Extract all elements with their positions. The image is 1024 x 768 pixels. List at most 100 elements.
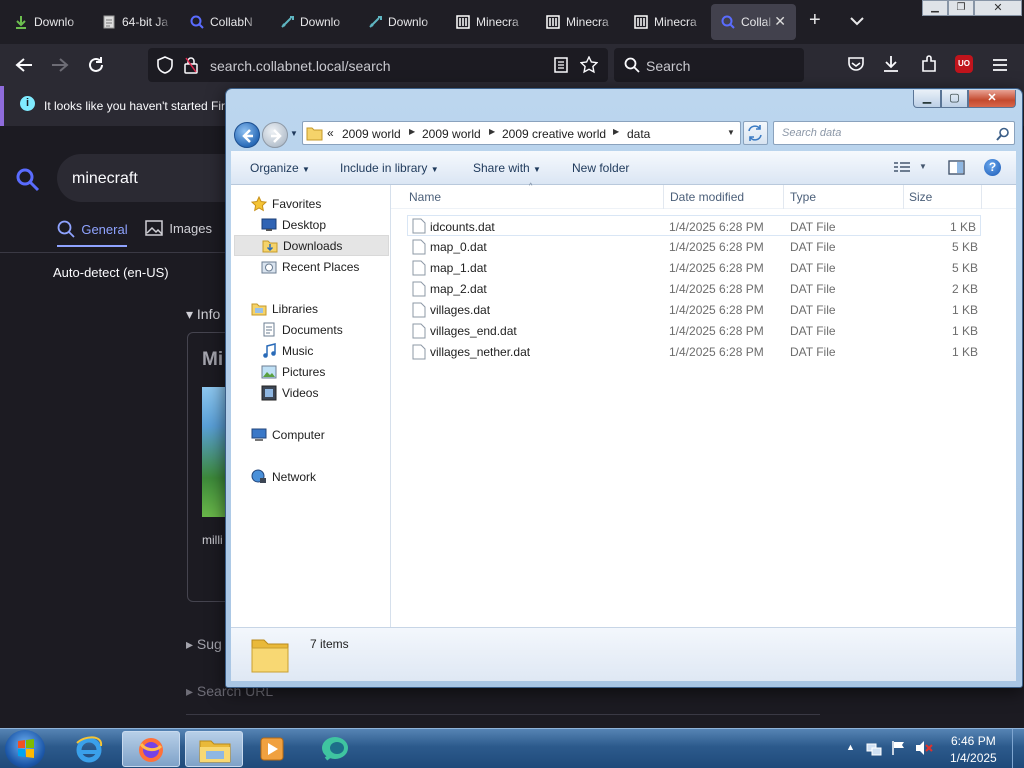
include-in-library-menu[interactable]: Include in library ▼ xyxy=(340,161,439,175)
nav-desktop[interactable]: Desktop xyxy=(261,214,326,235)
column-divider[interactable] xyxy=(663,185,664,209)
breadcrumb-item[interactable]: 2009 world xyxy=(342,127,401,141)
new-tab-icon[interactable]: + xyxy=(809,10,821,30)
breadcrumb-separator-icon[interactable]: ▶ xyxy=(409,127,415,136)
browser-tab[interactable]: Downlo xyxy=(358,4,442,40)
browser-tab[interactable]: Minecra xyxy=(446,4,532,40)
shield-icon[interactable] xyxy=(156,56,174,74)
breadcrumb-item[interactable]: 2009 world xyxy=(422,127,481,141)
language-selector[interactable]: Auto-detect (en-US) xyxy=(53,265,169,280)
taskbar-internet-explorer[interactable] xyxy=(61,731,119,767)
recent-pages-chevron-icon[interactable]: ▼ xyxy=(290,129,298,138)
downloads-icon[interactable] xyxy=(883,55,899,73)
close-window-icon[interactable]: ✕ xyxy=(968,90,1016,108)
change-view-icon[interactable] xyxy=(893,161,911,175)
breadcrumb-prefix[interactable]: « xyxy=(327,126,334,140)
suggestions-toggle[interactable]: ▸ Sug xyxy=(186,636,222,653)
network-tray-icon[interactable] xyxy=(866,740,882,756)
close-tab-icon[interactable]: ✕ xyxy=(774,13,786,30)
column-header-name[interactable]: Name xyxy=(409,190,441,204)
file-row[interactable]: map_1.dat 1/4/2025 6:28 PM DAT File 5 KB xyxy=(407,257,981,278)
bookmark-star-icon[interactable] xyxy=(580,56,598,74)
show-desktop-button[interactable] xyxy=(1012,729,1024,768)
address-bar[interactable]: « 2009 world ▶ 2009 world ▶ 2009 creativ… xyxy=(302,121,741,145)
nav-pictures[interactable]: Pictures xyxy=(261,361,325,382)
browser-tab[interactable]: Minecra xyxy=(536,4,622,40)
minimize-icon[interactable]: ▁ xyxy=(913,90,941,108)
preview-pane-icon[interactable] xyxy=(948,160,965,175)
nav-favorites[interactable]: Favorites xyxy=(251,193,321,214)
nav-music[interactable]: Music xyxy=(261,340,313,361)
nav-libraries[interactable]: Libraries xyxy=(251,298,318,319)
browser-tab[interactable]: Downlo xyxy=(4,4,86,40)
url-bar[interactable]: search.collabnet.local/search xyxy=(148,48,608,82)
file-row[interactable]: villages_nether.dat 1/4/2025 6:28 PM DAT… xyxy=(407,341,981,362)
file-row[interactable]: villages_end.dat 1/4/2025 6:28 PM DAT Fi… xyxy=(407,320,981,341)
search-icon[interactable] xyxy=(996,127,1010,141)
pocket-icon[interactable] xyxy=(847,56,865,72)
breadcrumb-item[interactable]: data xyxy=(627,127,650,141)
column-header-size[interactable]: Size xyxy=(909,190,932,204)
help-icon[interactable]: ? xyxy=(984,159,1001,176)
ublock-origin-icon[interactable]: UO xyxy=(955,55,973,73)
forward-arrow-icon[interactable] xyxy=(51,57,69,73)
file-row[interactable]: map_2.dat 1/4/2025 6:28 PM DAT File 2 KB xyxy=(407,278,981,299)
url-text[interactable]: search.collabnet.local/search xyxy=(210,58,391,74)
file-row[interactable]: map_0.dat 1/4/2025 6:28 PM DAT File 5 KB xyxy=(407,236,981,257)
search-query-text[interactable]: minecraft xyxy=(72,170,138,188)
nav-computer[interactable]: Computer xyxy=(251,424,325,445)
explorer-back-button[interactable] xyxy=(234,122,260,148)
taskbar-firefox[interactable] xyxy=(122,731,180,767)
reload-icon[interactable] xyxy=(87,56,105,74)
explorer-forward-button[interactable] xyxy=(262,122,288,148)
browser-tab[interactable]: Minecra xyxy=(624,4,710,40)
breadcrumb-separator-icon[interactable]: ▶ xyxy=(613,127,619,136)
restore-icon[interactable]: ❐ xyxy=(948,0,974,16)
minimize-icon[interactable]: ▁ xyxy=(922,0,948,16)
info-toggle[interactable]: ▾ Info xyxy=(186,306,220,323)
column-header-date[interactable]: Date modified xyxy=(670,190,744,204)
browser-search-box[interactable]: Search xyxy=(614,48,804,82)
file-row[interactable]: idcounts.dat 1/4/2025 6:28 PM DAT File 1… xyxy=(407,215,981,236)
taskbar-media-player[interactable] xyxy=(244,731,302,767)
start-button[interactable] xyxy=(5,730,45,768)
column-divider[interactable] xyxy=(783,185,784,209)
new-folder-button[interactable]: New folder xyxy=(572,161,629,175)
taskbar-app[interactable] xyxy=(306,731,364,767)
clock-date[interactable]: 1/4/2025 xyxy=(950,751,997,765)
column-divider[interactable] xyxy=(981,185,982,209)
refresh-button[interactable] xyxy=(743,121,768,145)
show-hidden-icons-chevron-icon[interactable]: ▲ xyxy=(846,742,855,752)
breadcrumb-item[interactable]: 2009 creative world xyxy=(502,127,606,141)
address-history-chevron-icon[interactable]: ▼ xyxy=(727,128,735,137)
browser-tab-active[interactable]: Collal ✕ xyxy=(711,4,796,40)
back-arrow-icon[interactable] xyxy=(15,57,33,73)
nav-recent-places[interactable]: Recent Places xyxy=(261,256,359,277)
organize-menu[interactable]: Organize ▼ xyxy=(250,161,310,175)
nav-downloads[interactable]: Downloads xyxy=(234,235,389,256)
view-options-chevron-icon[interactable]: ▼ xyxy=(919,162,927,171)
lock-icon[interactable] xyxy=(184,56,198,74)
action-center-flag-icon[interactable] xyxy=(891,740,907,756)
taskbar-explorer[interactable] xyxy=(185,731,243,767)
tab-general[interactable]: General xyxy=(57,220,128,244)
menu-hamburger-icon[interactable] xyxy=(992,58,1008,72)
nav-documents[interactable]: Documents xyxy=(261,319,343,340)
nav-videos[interactable]: Videos xyxy=(261,382,318,403)
browser-tab[interactable]: Downlo xyxy=(270,4,354,40)
reader-view-icon[interactable] xyxy=(554,57,568,73)
browser-tab[interactable]: 64-bit Ja xyxy=(92,4,176,40)
clock-time[interactable]: 6:46 PM xyxy=(951,734,996,748)
browser-tab[interactable]: CollabN xyxy=(180,4,264,40)
tab-images[interactable]: Images xyxy=(145,220,212,244)
column-divider[interactable] xyxy=(903,185,904,209)
extensions-icon[interactable] xyxy=(920,55,938,73)
breadcrumb-separator-icon[interactable]: ▶ xyxy=(489,127,495,136)
nav-network[interactable]: Network xyxy=(251,466,316,487)
tab-list-chevron-icon[interactable] xyxy=(850,16,864,26)
column-header-type[interactable]: Type xyxy=(790,190,816,204)
explorer-search-input[interactable]: Search data xyxy=(773,121,1015,145)
maximize-icon[interactable]: ▢ xyxy=(941,90,968,108)
share-with-menu[interactable]: Share with ▼ xyxy=(473,161,541,175)
volume-muted-icon[interactable] xyxy=(915,740,933,756)
